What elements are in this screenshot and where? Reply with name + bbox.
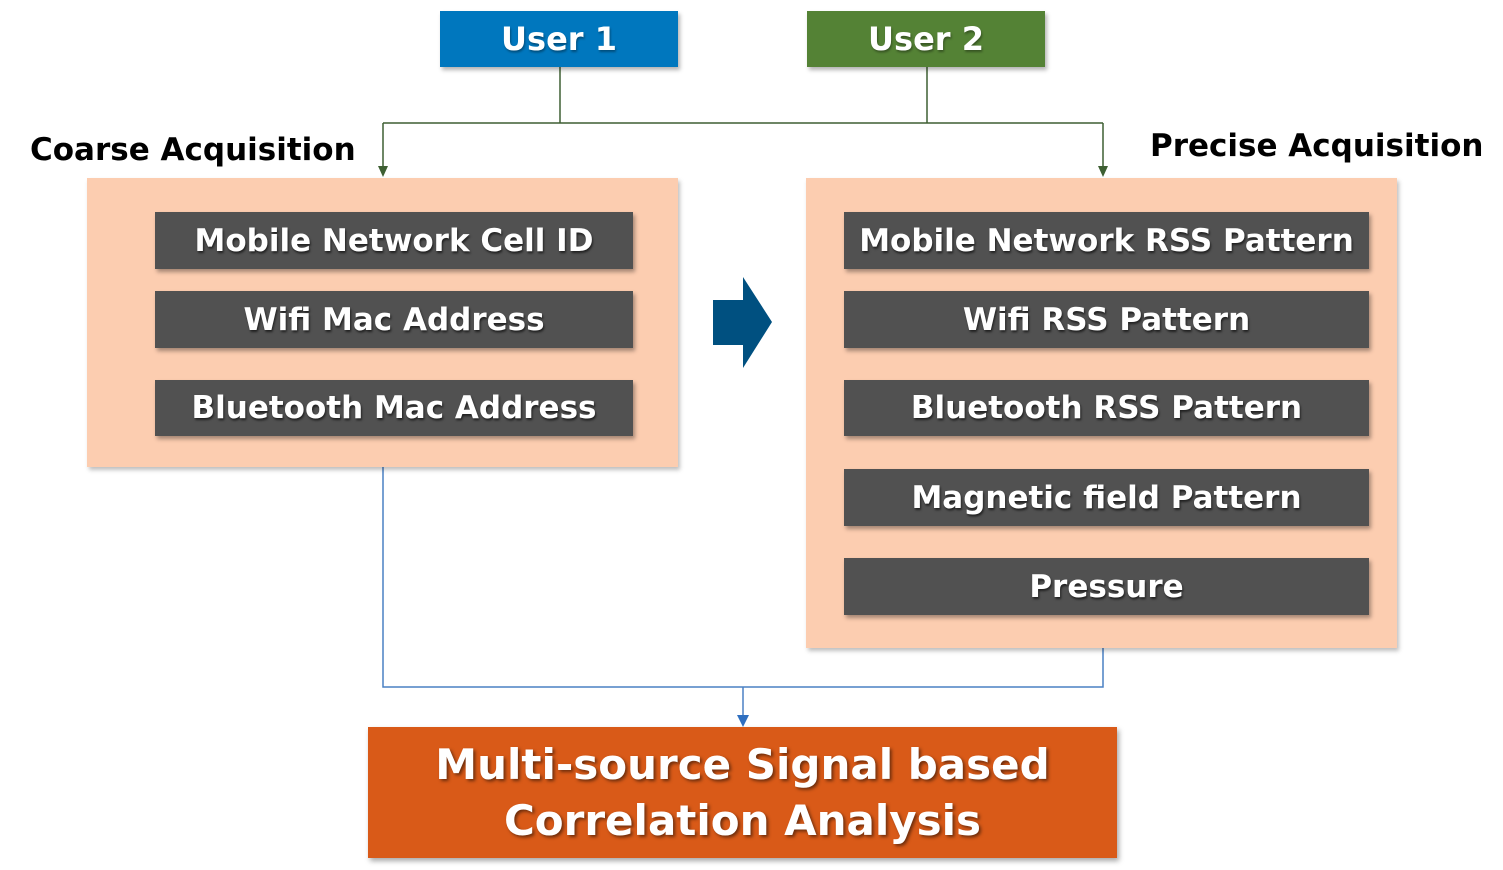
coarse-item: Wifi Mac Address: [155, 291, 633, 348]
coarse-item: Bluetooth Mac Address: [155, 380, 633, 436]
arrowhead-result: [737, 715, 749, 727]
precise-item: Mobile Network RSS Pattern: [844, 212, 1369, 269]
precise-item: Bluetooth RSS Pattern: [844, 380, 1369, 436]
result-line-1: Multi-source Signal based: [435, 739, 1050, 789]
precise-item: Wifi RSS Pattern: [844, 291, 1369, 348]
user-1-box: User 1: [440, 11, 678, 67]
precise-item: Magnetic field Pattern: [844, 469, 1369, 526]
user-1-label: User 1: [501, 20, 617, 58]
user-2-label: User 2: [868, 20, 984, 58]
coarse-acquisition-title: Coarse Acquisition: [30, 132, 356, 168]
result-line-2: Correlation Analysis: [503, 795, 982, 845]
precise-item: Pressure: [844, 558, 1369, 615]
arrowhead-coarse: [378, 166, 388, 177]
top-connector: [382, 67, 1104, 168]
flow-arrow-icon: [713, 277, 772, 368]
correlation-analysis-box: Multi-source Signal based Correlation An…: [368, 727, 1117, 858]
user-2-box: User 2: [807, 11, 1045, 67]
coarse-item: Mobile Network Cell ID: [155, 212, 633, 269]
precise-acquisition-title: Precise Acquisition: [1150, 128, 1484, 164]
arrowhead-precise: [1098, 166, 1108, 177]
